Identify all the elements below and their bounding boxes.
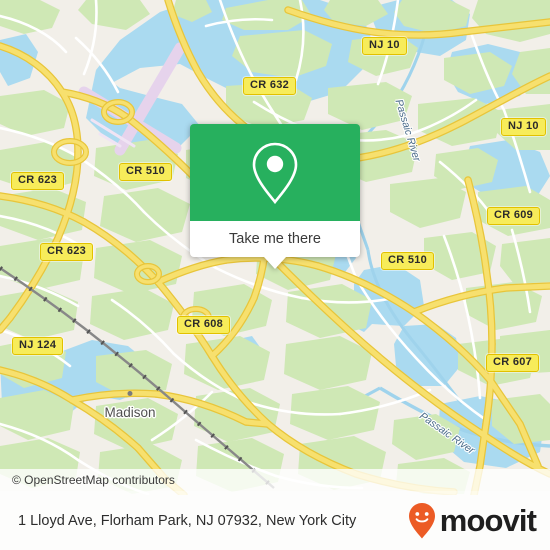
callout-pointer <box>264 257 286 269</box>
road-shield: NJ 10 <box>362 37 407 55</box>
road-shield: CR 607 <box>486 354 540 372</box>
place-label-madison: Madison <box>104 391 156 422</box>
moovit-pin-icon <box>408 502 435 538</box>
place-dot <box>127 391 133 396</box>
callout-footer[interactable]: Take me there <box>190 221 360 257</box>
callout-header <box>190 124 360 221</box>
road-shield: CR 608 <box>177 316 231 334</box>
map-pin-icon <box>252 142 298 204</box>
map-screen: NJ 10 CR 632 NJ 10 CR 510 CR 623 CR 609 … <box>0 0 550 550</box>
address-bar: 1 Lloyd Ave, Florham Park, NJ 07932, New… <box>0 491 550 550</box>
location-callout-card[interactable]: Take me there <box>190 124 360 269</box>
place-label-text: Madison <box>104 405 156 420</box>
take-me-there-label: Take me there <box>229 231 321 247</box>
map-canvas[interactable]: NJ 10 CR 632 NJ 10 CR 510 CR 623 CR 609 … <box>0 0 550 495</box>
road-shield: CR 510 <box>381 252 435 270</box>
road-shield: NJ 10 <box>501 118 546 136</box>
road-shield: CR 632 <box>243 77 297 95</box>
moovit-wordmark: moovit <box>439 503 537 538</box>
road-shield: NJ 124 <box>12 337 64 355</box>
road-shield: CR 623 <box>11 172 65 190</box>
road-shield: CR 510 <box>119 163 173 181</box>
map-attribution[interactable]: © OpenStreetMap contributors <box>0 469 550 491</box>
road-shield: CR 609 <box>487 207 541 225</box>
moovit-brand[interactable]: moovit <box>407 502 537 540</box>
road-shield: CR 623 <box>40 243 94 261</box>
address-text: 1 Lloyd Ave, Florham Park, NJ 07932, New… <box>18 512 357 529</box>
